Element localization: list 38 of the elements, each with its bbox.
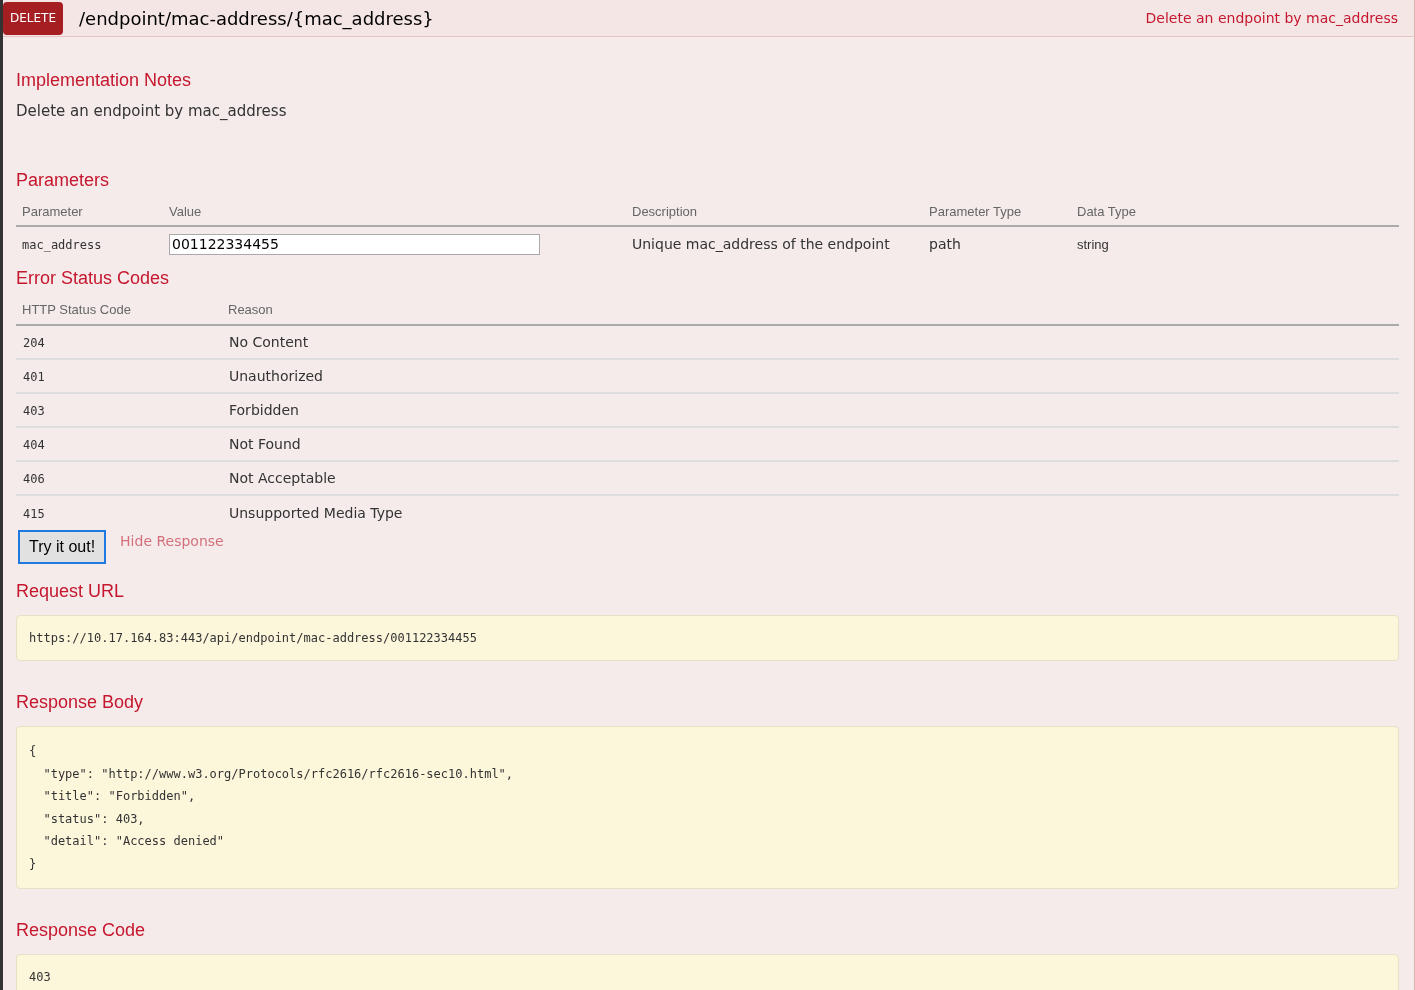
status-reason: Unauthorized <box>229 367 323 384</box>
status-code: 415 <box>23 506 45 521</box>
section-heading: Implementation Notes <box>16 69 193 92</box>
status-reason: Not Acceptable <box>229 469 336 486</box>
column-header: Parameter Type <box>929 202 1023 221</box>
endpoint-path[interactable]: /endpoint/mac-address/{mac_address} <box>79 4 434 32</box>
column-header: Description <box>632 202 699 221</box>
column-header: Value <box>169 202 203 221</box>
status-code: 204 <box>23 335 45 350</box>
status-code: 403 <box>23 403 45 418</box>
section-heading: Request URL <box>16 579 126 603</box>
request-url-text: https://10.17.164.83:443/api/endpoint/mac-address/001122334455 <box>16 614 1399 661</box>
response-code-text: 403 <box>16 954 1399 990</box>
parameter-description: Unique mac_address of the endpoint <box>632 236 890 252</box>
column-header: Parameter <box>22 202 84 221</box>
status-code: 406 <box>23 471 45 486</box>
column-header: Reason <box>228 301 274 319</box>
operation-summary: Delete an endpoint by mac_address <box>1145 8 1398 28</box>
status-reason: Unsupported Media Type <box>229 504 403 521</box>
response-body-code: { "type": "http://www.w3.org/Protocols/rfc2616/rfc2616-sec10.html", "title": "Forbidden", "status": 403, "detail": "Access denied" } <box>16 726 1399 889</box>
notes-text: Delete an endpoint by mac_address <box>16 101 288 122</box>
value-input[interactable]: 001122334455 <box>169 234 540 255</box>
column-header: Data Type <box>1077 202 1138 221</box>
section-heading: Parameters <box>16 168 111 192</box>
data-type: string <box>1077 237 1109 252</box>
status-reason: No Content <box>229 333 309 350</box>
column-header: HTTP Status Code <box>22 301 132 319</box>
status-code: 401 <box>23 369 45 384</box>
section-heading: Response Body <box>16 691 145 714</box>
parameter-type: path <box>929 236 961 252</box>
section-heading: Error Status Codes <box>16 267 171 290</box>
status-reason: Not Found <box>229 435 301 452</box>
section-heading: Response Code <box>16 919 147 942</box>
status-reason: Forbidden <box>229 401 299 418</box>
parameter-name: mac_address <box>22 238 102 252</box>
method-badge: DELETE <box>3 1 63 35</box>
try-it-out-button[interactable]: Try it out! <box>18 529 107 564</box>
status-code: 404 <box>23 437 45 452</box>
